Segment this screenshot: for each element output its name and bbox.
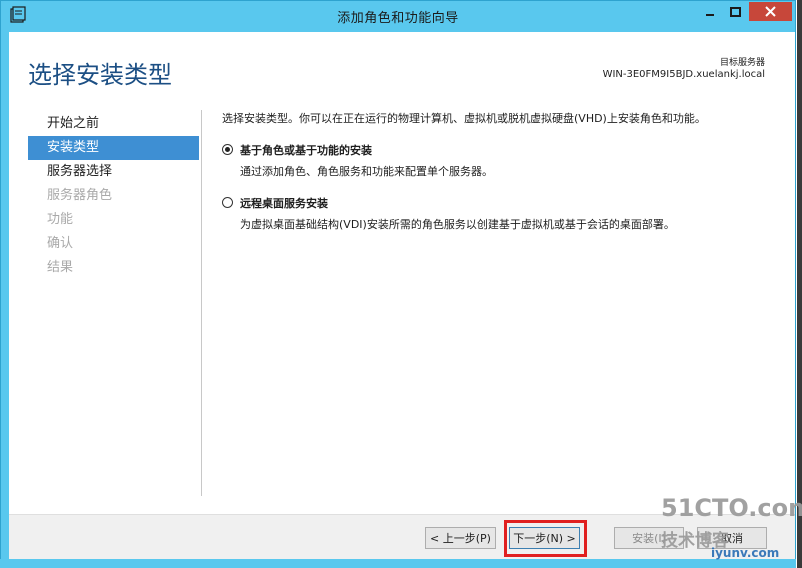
page-title: 选择安装类型 — [28, 61, 172, 89]
option-title: 基于角色或基于功能的安装 — [240, 144, 372, 157]
nav-item-results: 结果 — [47, 260, 74, 275]
maximize-icon — [730, 2, 741, 21]
nav-item-server-selection[interactable]: 服务器选择 — [28, 160, 199, 184]
watermark-logo-text: 51CTO.com — [661, 494, 802, 522]
nav-item-before-you-begin[interactable]: 开始之前 — [28, 112, 199, 136]
wizard-client-area: 选择安装类型 目标服务器 WIN-3E0FM9I5BJD.xuelankj.lo… — [9, 32, 795, 560]
wizard-step-nav: 开始之前 安装类型 服务器选择 服务器角色 功能 确认 结果 — [28, 112, 199, 280]
radio-role-based[interactable] — [222, 144, 233, 155]
option-title: 远程桌面服务安装 — [240, 197, 328, 210]
desktop-edge — [797, 0, 802, 568]
nav-divider — [201, 110, 202, 496]
option-description: 通过添加角色、角色服务和功能来配置单个服务器。 — [240, 165, 493, 178]
next-button-highlight — [504, 520, 587, 557]
wizard-window: 添加角色和功能向导 选择安装类型 目标服务器 WIN-3E0FM9I5BJD.x… — [0, 0, 796, 568]
target-server-label: 目标服务器 — [719, 58, 765, 68]
nav-item-installation-type[interactable]: 安装类型 — [28, 136, 199, 160]
site-watermark: 51CTO.com 技术博客 iyunv.com — [655, 492, 802, 564]
minimize-icon — [705, 2, 715, 21]
nav-item-server-roles: 服务器角色 — [47, 188, 113, 203]
close-button[interactable] — [749, 2, 792, 21]
option-description: 为虚拟桌面基础结构(VDI)安装所需的角色服务以创建基于虚拟机或基于会话的桌面部… — [240, 218, 675, 231]
minimize-button[interactable] — [697, 2, 722, 21]
window-title: 添加角色和功能向导 — [337, 11, 459, 26]
intro-text: 选择安装类型。你可以在正在运行的物理计算机、虚拟机或脱机虚拟硬盘(VHD)上安装… — [222, 112, 706, 125]
target-server-name: WIN-3E0FM9I5BJD.xuelankj.local — [602, 69, 765, 80]
nav-item-confirmation: 确认 — [47, 236, 74, 251]
watermark-url: iyunv.com — [711, 546, 780, 560]
nav-item-features: 功能 — [47, 212, 74, 227]
previous-button[interactable]: < 上一步(P) — [425, 527, 496, 549]
main-content: 选择安装类型。你可以在正在运行的物理计算机、虚拟机或脱机虚拟硬盘(VHD)上安装… — [222, 110, 782, 232]
maximize-button[interactable] — [723, 2, 748, 21]
close-icon — [765, 2, 776, 21]
option-remote-desktop[interactable]: 远程桌面服务安装 为虚拟桌面基础结构(VDI)安装所需的角色服务以创建基于虚拟机… — [222, 195, 782, 232]
option-role-based[interactable]: 基于角色或基于功能的安装 通过添加角色、角色服务和功能来配置单个服务器。 — [222, 142, 782, 179]
radio-remote-desktop[interactable] — [222, 197, 233, 208]
title-bar[interactable]: 添加角色和功能向导 — [1, 1, 795, 32]
